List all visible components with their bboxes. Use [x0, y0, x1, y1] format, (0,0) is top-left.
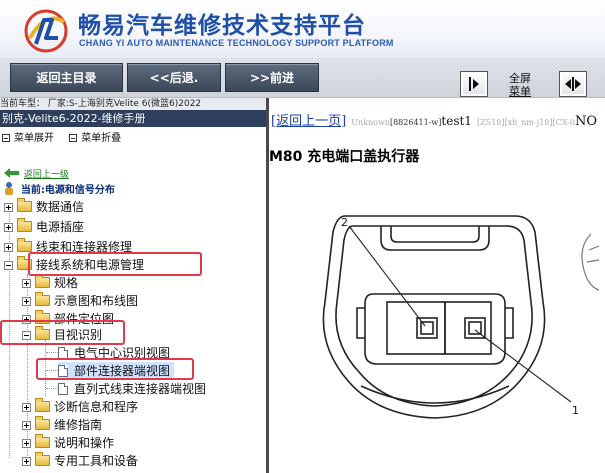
menu-operations: 菜单展开 菜单折叠 — [0, 128, 266, 150]
prev-page-link[interactable]: [返回上一页] — [271, 114, 346, 129]
forward-button[interactable]: >>前进 — [225, 63, 319, 92]
tree-item-repair-guide[interactable]: 维修指南 — [22, 416, 102, 434]
expand-icon[interactable] — [22, 421, 31, 430]
folder-icon — [17, 218, 32, 232]
expand-icon[interactable] — [22, 297, 31, 306]
expand-icon[interactable] — [4, 223, 13, 232]
current-location-label: 当前:电源和信号分布 — [20, 185, 115, 196]
expand-icon[interactable] — [4, 203, 13, 212]
unknown-label: Unknown — [351, 118, 390, 127]
current-location: 当前:电源和信号分布 — [4, 180, 115, 198]
tree-item-label: 电源插座 — [36, 220, 85, 234]
navigation-tree: 返回上一级 当前:电源和信号分布 数据通信 电源插座 线束和连接器修理 接线系统… — [0, 160, 266, 473]
tree-item-label: 说明和操作 — [54, 436, 115, 450]
expand-icon[interactable] — [22, 279, 31, 288]
brand-subtitle: CHANG YI AUTO MAINTENANCE TECHNOLOGY SUP… — [79, 38, 394, 48]
brand-title: 畅易汽车维修技术支持平台 — [78, 13, 366, 39]
folder-icon — [35, 434, 50, 448]
folder-icon — [35, 398, 50, 412]
content-panel: [返回上一页] Unknown[8826411-w]test1 [ZS18][x… — [269, 98, 605, 473]
collapse-menu-button[interactable] — [460, 71, 488, 97]
test-label: test1 — [441, 114, 472, 128]
fullscreen-menu-label[interactable]: 全屏 菜单 — [505, 72, 535, 98]
folder-icon — [17, 198, 32, 212]
home-button[interactable]: 返回主目录 — [10, 63, 123, 92]
collapse-box-icon — [69, 134, 78, 142]
highlight-box — [36, 358, 194, 380]
menu-expand-button[interactable]: 菜单展开 — [2, 128, 54, 150]
tree-item-inline-connector-views[interactable]: 直列式线束连接器端视图 — [58, 380, 206, 398]
folder-icon — [17, 238, 32, 252]
callout-2: 2 — [341, 216, 348, 229]
document-icon — [58, 383, 68, 395]
callout-1: 1 — [572, 404, 579, 417]
person-icon — [4, 182, 14, 195]
folder-icon — [35, 274, 50, 288]
back-up-link[interactable]: 返回上一级 — [24, 170, 69, 180]
back-button[interactable]: <<后退. — [127, 63, 221, 92]
tree-item-label: 专用工具和设备 — [54, 454, 139, 468]
tree-item-schematics[interactable]: 示意图和布线图 — [22, 292, 138, 310]
tree-item-diagnostics[interactable]: 诊断信息和程序 — [22, 398, 138, 416]
app-header: 畅易汽车维修技术支持平台 CHANG YI AUTO MAINTENANCE T… — [0, 0, 605, 58]
back-arrow-icon — [4, 165, 20, 178]
collapse-icon[interactable] — [4, 261, 13, 270]
path-code: [ZS18][xh_nm-j18][CX-0 — [477, 118, 575, 127]
tree-item-label: 规格 — [54, 276, 79, 290]
expand-icon[interactable] — [22, 439, 31, 448]
expand-icon[interactable] — [22, 457, 31, 466]
connector-diagram: 2 1 — [322, 215, 600, 419]
menu-expand-label: 菜单展开 — [14, 133, 54, 144]
expand-icon[interactable] — [22, 403, 31, 412]
trailing-label: NO — [574, 114, 597, 129]
folder-icon — [35, 452, 50, 466]
highlight-box — [28, 252, 202, 276]
expand-icon[interactable] — [4, 243, 13, 252]
expand-icon — [565, 77, 581, 91]
page-title: M80 充电端口盖执行器 — [269, 149, 420, 165]
arrow-right-icon — [469, 77, 479, 91]
tree-item-specs[interactable]: 规格 — [22, 274, 78, 292]
tree-item-label: 维修指南 — [54, 418, 103, 432]
tree-item-data-comm[interactable]: 数据通信 — [4, 198, 84, 216]
content-nav: [返回上一页] Unknown[8826411-w]test1 [ZS18][x… — [271, 110, 597, 129]
expand-box-icon — [2, 134, 10, 142]
folder-icon — [35, 416, 50, 430]
tree-item-label: 直列式线束连接器端视图 — [74, 382, 207, 396]
highlight-box — [0, 320, 125, 345]
fullscreen-menu-button[interactable] — [559, 71, 587, 97]
folder-icon — [35, 292, 50, 306]
vehicle-info: 当前车型： 厂家:S-上海别克Velite 6(微蓝6)2022 — [0, 98, 270, 110]
menu-collapse-label: 菜单折叠 — [81, 133, 122, 144]
fullscreen-label-line1: 全屏 — [509, 72, 531, 85]
tree-item-label: 诊断信息和程序 — [54, 400, 139, 414]
tree-item-power-outlet[interactable]: 电源插座 — [4, 218, 84, 236]
doc-code: [8826411-w] — [389, 118, 442, 127]
menu-collapse-button[interactable]: 菜单折叠 — [69, 128, 121, 150]
tree-item-description-operation[interactable]: 说明和操作 — [22, 434, 114, 452]
fullscreen-label-line2: 菜单 — [509, 85, 531, 98]
logo-icon — [24, 9, 68, 53]
tree-item-label: 数据通信 — [36, 200, 85, 214]
tree-item-special-tools[interactable]: 专用工具和设备 — [22, 452, 138, 470]
tree-item-label: 示意图和布线图 — [54, 294, 139, 308]
manual-title: 别克-Velite6-2022-维修手册 — [0, 110, 266, 127]
